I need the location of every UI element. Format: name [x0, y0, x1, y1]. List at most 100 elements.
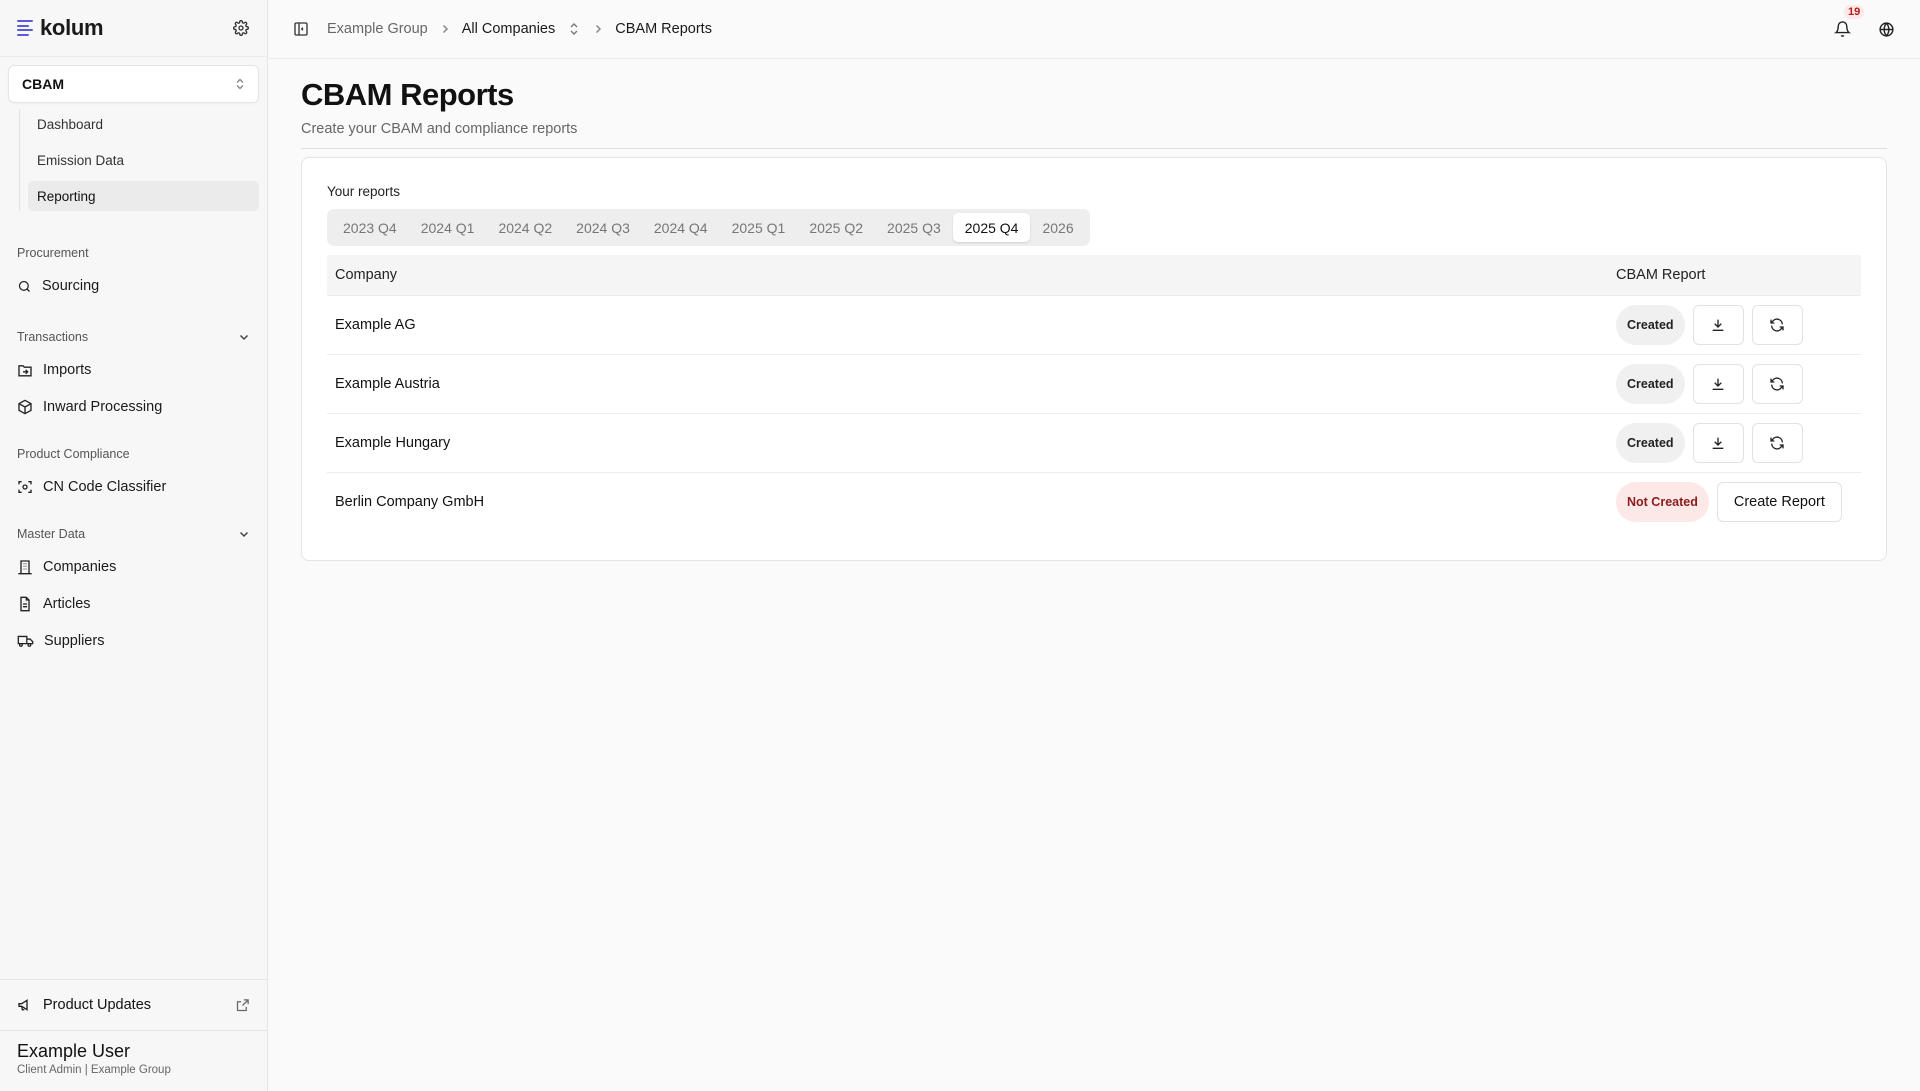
company-name: Example Hungary — [327, 412, 1608, 472]
module-selector[interactable]: CBAM — [8, 65, 259, 103]
globe-icon[interactable] — [1878, 21, 1895, 38]
download-button[interactable] — [1692, 422, 1744, 463]
status-badge: Created — [1616, 363, 1685, 404]
regenerate-button[interactable] — [1751, 363, 1803, 404]
nav-group-master-data: Master Data Companies Articles Suppliers — [0, 524, 267, 656]
building-icon — [18, 560, 32, 575]
sidebar: kolum CBAM Dashboard Emission Data Repor… — [0, 0, 268, 1091]
column-header-cbam-report: CBAM Report — [1616, 266, 1706, 283]
group-title[interactable]: Transactions — [17, 327, 250, 347]
logo[interactable]: kolum — [17, 15, 104, 41]
truck-icon — [17, 635, 34, 647]
subnav-item-dashboard[interactable]: Dashboard — [28, 109, 259, 139]
tab-2026[interactable]: 2026 — [1030, 213, 1085, 242]
group-title-label: Master Data — [17, 527, 86, 541]
breadcrumb-group[interactable]: Example Group — [327, 21, 428, 37]
company-name: Berlin Company GmbH — [327, 471, 1608, 531]
tab-2025-q3[interactable]: 2025 Q3 — [875, 213, 953, 242]
bell-icon — [1833, 21, 1851, 37]
nav-group-transactions: Transactions Imports Inward Processing — [0, 327, 267, 422]
table-header-row: Company CBAM Report — [327, 255, 1861, 295]
sidebar-item-label: CN Code Classifier — [43, 479, 167, 495]
table-row: Example Austria Created — [327, 353, 1861, 413]
sidebar-item-label: Imports — [43, 362, 92, 378]
page-content: CBAM Reports Create your CBAM and compli… — [268, 59, 1920, 561]
brand-name: kolum — [40, 15, 104, 40]
sidebar-item-label: Suppliers — [44, 633, 105, 649]
reports-card: Your reports 2023 Q4 2024 Q1 2024 Q2 202… — [301, 157, 1887, 561]
breadcrumb-companies[interactable]: All Companies — [462, 21, 556, 37]
sidebar-toggle-icon[interactable] — [293, 21, 309, 37]
megaphone-icon — [18, 999, 28, 1011]
status-badge: Created — [1616, 304, 1685, 345]
tab-2025-q1[interactable]: 2025 Q1 — [720, 213, 798, 242]
tab-2024-q1[interactable]: 2024 Q1 — [409, 213, 487, 242]
regenerate-button[interactable] — [1751, 422, 1803, 463]
scan-icon — [18, 481, 32, 493]
group-title[interactable]: Master Data — [17, 524, 250, 544]
tab-2023-q4[interactable]: 2023 Q4 — [331, 213, 409, 242]
user-name: Example User — [17, 1041, 131, 1061]
group-title: Procurement — [17, 246, 89, 260]
document-icon — [20, 596, 30, 612]
tab-2024-q3[interactable]: 2024 Q3 — [564, 213, 642, 242]
package-icon — [18, 399, 32, 415]
sidebar-footer: Product Updates Example User Client Admi… — [0, 979, 267, 1091]
sidebar-item-imports[interactable]: Imports — [17, 355, 250, 385]
chevron-down-icon[interactable] — [238, 528, 250, 540]
breadcrumb: Example Group All Companies CBAM Reports — [327, 21, 712, 37]
subnav-item-label: Emission Data — [37, 152, 125, 168]
company-name: Example Austria — [327, 353, 1608, 413]
download-button[interactable] — [1692, 363, 1744, 404]
sidebar-item-companies[interactable]: Companies — [17, 552, 250, 582]
sidebar-item-label: Inward Processing — [43, 399, 163, 415]
sidebar-item-inward-processing[interactable]: Inward Processing — [17, 392, 250, 422]
chevron-updown-icon[interactable] — [569, 22, 579, 36]
column-header-company: Company — [335, 266, 398, 283]
folder-import-icon — [18, 364, 32, 376]
group-title-label: Transactions — [17, 330, 89, 344]
sidebar-item-label: Sourcing — [42, 278, 100, 294]
status-badge: Not Created — [1616, 481, 1709, 522]
chevron-right-icon — [593, 24, 603, 34]
module-subnav: Dashboard Emission Data Reporting — [19, 109, 259, 211]
tab-2024-q2[interactable]: 2024 Q2 — [486, 213, 564, 242]
notifications-button[interactable]: 19 — [1832, 5, 1865, 39]
sidebar-item-suppliers[interactable]: Suppliers — [17, 626, 250, 656]
download-icon — [1712, 319, 1724, 331]
sidebar-item-cn-code-classifier[interactable]: CN Code Classifier — [17, 472, 250, 502]
table-row: Example Hungary Created — [327, 412, 1861, 472]
gear-icon[interactable] — [232, 19, 250, 37]
tab-2024-q4[interactable]: 2024 Q4 — [642, 213, 720, 242]
download-icon — [1712, 437, 1724, 449]
tab-2025-q2[interactable]: 2025 Q2 — [797, 213, 875, 242]
product-updates-link[interactable]: Product Updates — [0, 979, 267, 1030]
sidebar-item-articles[interactable]: Articles — [17, 589, 250, 619]
refresh-icon — [1770, 317, 1784, 332]
breadcrumb-current: CBAM Reports — [615, 21, 712, 37]
company-name: Example AG — [327, 294, 1608, 354]
page-title: CBAM Reports — [301, 77, 514, 112]
create-report-button[interactable]: Create Report — [1716, 481, 1842, 522]
regenerate-button[interactable] — [1751, 304, 1803, 345]
subnav-item-reporting[interactable]: Reporting — [28, 181, 259, 211]
subnav-item-label: Dashboard — [37, 116, 104, 132]
sidebar-item-label: Companies — [43, 559, 117, 575]
status-badge: Created — [1616, 422, 1685, 463]
user-profile[interactable]: Example User Client Admin | Example Grou… — [0, 1030, 267, 1091]
row-actions: Created — [1616, 422, 1853, 463]
top-bar-actions: 19 — [1832, 5, 1895, 39]
divider — [301, 148, 1887, 149]
chevron-down-icon[interactable] — [238, 331, 250, 343]
brand-bar: kolum — [0, 0, 267, 57]
refresh-icon — [1770, 435, 1784, 450]
user-role: Client Admin | Example Group — [17, 1064, 171, 1076]
sidebar-item-sourcing[interactable]: Sourcing — [17, 271, 250, 301]
group-title: Product Compliance — [17, 447, 130, 461]
page-subtitle: Create your CBAM and compliance reports — [301, 121, 578, 137]
notification-count-badge: 19 — [1844, 5, 1865, 19]
download-button[interactable] — [1692, 304, 1744, 345]
subnav-item-emission-data[interactable]: Emission Data — [28, 145, 259, 175]
tab-2025-q4[interactable]: 2025 Q4 — [952, 213, 1031, 242]
table-row: Example AG Created — [327, 294, 1861, 354]
